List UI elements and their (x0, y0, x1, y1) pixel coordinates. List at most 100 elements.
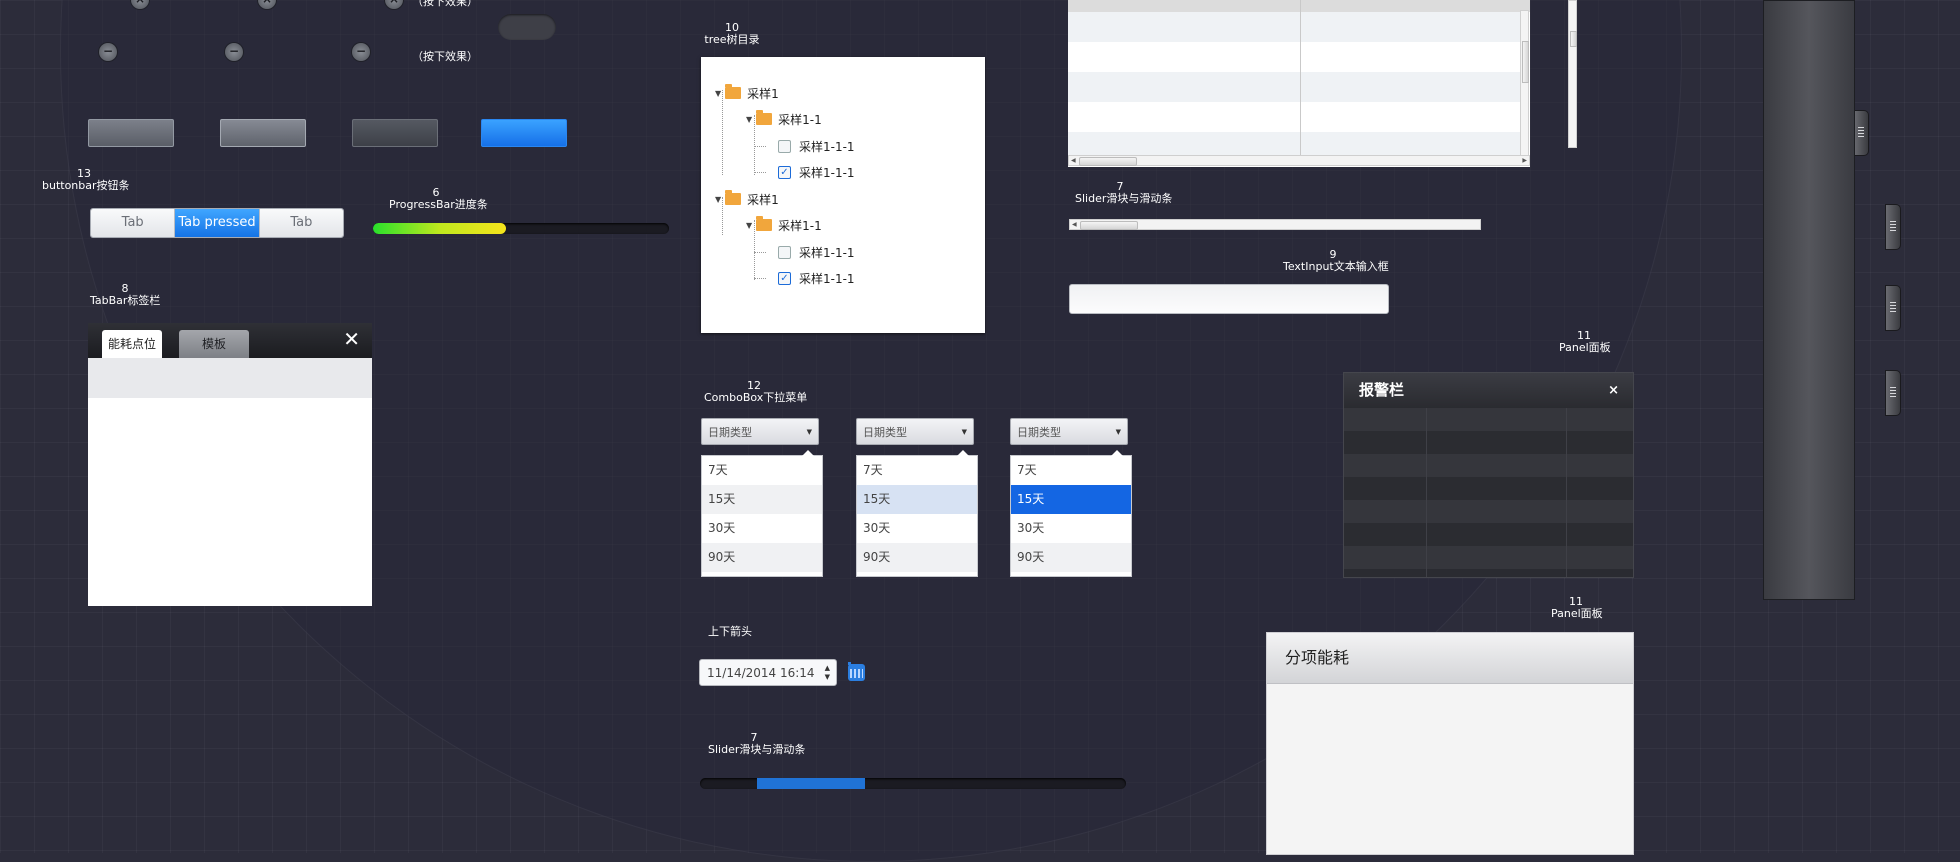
alarm-panel-header: 报警栏 × (1344, 373, 1633, 408)
folder-icon (725, 190, 742, 205)
combo-option[interactable]: 7天 (1011, 456, 1131, 485)
combo-option[interactable]: 90天 (1011, 543, 1131, 572)
checkbox-icon[interactable] (778, 139, 791, 153)
button-active[interactable] (481, 119, 567, 147)
combo-option[interactable]: 15天 (702, 485, 822, 514)
date-stepper[interactable]: 11/14/2014 16:14 ▲ ▼ (699, 659, 837, 686)
progress-bar (373, 223, 669, 234)
tabbar-caption: 8 TabBar标签栏 (90, 282, 161, 307)
updown-caption: 上下箭头 (708, 625, 752, 638)
tree-leaf-1[interactable]: 采样1-1-1 (778, 136, 855, 156)
button-pressed[interactable] (352, 119, 438, 147)
buttonbar-tab-1[interactable]: Tab (91, 209, 176, 237)
table-row[interactable] (1068, 42, 1520, 72)
combo-caption: 12 ComboBox下拉菜单 (704, 379, 808, 404)
table-hscroll[interactable]: ◀ ▶ (1068, 155, 1530, 166)
drag-handle-icon[interactable] (1885, 204, 1901, 250)
tree-leaf-4[interactable]: ✓ 采样1-1-1 (778, 268, 855, 288)
table-row[interactable] (1344, 546, 1633, 569)
drag-handle-icon[interactable] (1885, 370, 1901, 416)
caret-down-icon: ▼ (1115, 428, 1121, 436)
folder-icon (756, 216, 773, 231)
tree-leaf-2[interactable]: ✓ 采样1-1-1 (778, 162, 855, 182)
progress-caption: 6 ProgressBar进度条 (389, 186, 488, 211)
drag-handle-icon[interactable] (1853, 110, 1869, 156)
slider-top-caption: 7 Slider滑块与滑动条 (1075, 180, 1173, 205)
calendar-icon[interactable] (848, 662, 865, 681)
buttonbar-caption: 13 buttonbar按钮条 (42, 167, 130, 192)
button-bar: Tab Tab pressed Tab (90, 208, 344, 238)
table-row[interactable] (1344, 500, 1633, 523)
caret-down-icon: ▼ (961, 428, 967, 436)
combo-option[interactable]: 7天 (857, 456, 977, 485)
tree-node-2-1[interactable]: ▼ 采样1-1 (746, 215, 822, 235)
table-header (1068, 0, 1530, 12)
table-row[interactable] (1068, 102, 1520, 132)
expand-arrow-icon[interactable]: ▼ (715, 195, 721, 204)
drag-handle-icon[interactable] (1885, 285, 1901, 331)
tabbar-header: 能耗点位 模板 ✕ (88, 323, 372, 358)
folder-icon (756, 110, 773, 125)
checkbox-checked-icon[interactable]: ✓ (778, 165, 791, 179)
folder-icon (725, 84, 742, 99)
pressed-hint: （按下效果） (412, 50, 478, 63)
tree-node-2[interactable]: ▼ 采样1 (715, 189, 779, 209)
table-row[interactable] (1344, 454, 1633, 477)
table-row[interactable] (1344, 431, 1633, 454)
tab-template[interactable]: 模板 (179, 330, 249, 358)
text-input[interactable] (1069, 284, 1389, 314)
tabbar-content-header (88, 358, 372, 398)
button-normal[interactable] (88, 119, 174, 147)
combo-option[interactable]: 7天 (702, 456, 822, 485)
combo-option[interactable]: 90天 (702, 543, 822, 572)
spinner-icon[interactable]: ▲ ▼ (825, 664, 830, 682)
button-hover[interactable] (220, 119, 306, 147)
combo-box-3[interactable]: 日期类型 ▼ (1010, 418, 1128, 445)
combo-option[interactable]: 90天 (857, 543, 977, 572)
checkbox-icon[interactable] (778, 245, 791, 259)
combo-box-2[interactable]: 日期类型 ▼ (856, 418, 974, 445)
slider-scroll[interactable]: ◀ (1069, 219, 1481, 230)
checkbox-checked-icon[interactable]: ✓ (778, 271, 791, 285)
table-vscroll[interactable] (1520, 10, 1529, 157)
tab-energy-points[interactable]: 能耗点位 (102, 330, 162, 358)
table-row[interactable] (1344, 523, 1633, 546)
close-icon[interactable]: ✕ (343, 327, 360, 351)
tabbar-panel: 能耗点位 模板 ✕ (88, 323, 372, 606)
minus-icon[interactable]: − (352, 43, 370, 61)
tree-node-1-1[interactable]: ▼ 采样1-1 (746, 109, 822, 129)
combo-list-2: 7天 15天 30天 90天 (856, 450, 978, 577)
tree-caption: 10 tree树目录 (704, 21, 760, 46)
expand-arrow-icon[interactable]: ▼ (715, 89, 721, 98)
table-row[interactable] (1068, 12, 1520, 42)
combo-option[interactable]: 30天 (702, 514, 822, 543)
combo-option-hover[interactable]: 15天 (857, 485, 977, 514)
close-icon[interactable]: × (1608, 373, 1619, 408)
expand-arrow-icon[interactable]: ▼ (746, 221, 752, 230)
data-table: ◀ ▶ (1068, 0, 1530, 167)
combo-list-1: 7天 15天 30天 90天 (701, 450, 823, 577)
minus-icon[interactable]: − (99, 43, 117, 61)
tree-view: ▼ 采样1 ▼ 采样1-1 采样1-1-1 ✓ 采样1-1-1 ▼ 采样1 ▼ … (701, 57, 985, 333)
combo-option[interactable]: 30天 (857, 514, 977, 543)
buttonbar-tab-3[interactable]: Tab (259, 209, 343, 237)
combo-box-1[interactable]: 日期类型 ▼ (701, 418, 819, 445)
combo-list-3: 7天 15天 30天 90天 (1010, 450, 1132, 577)
table-row[interactable] (1344, 408, 1633, 431)
slider-bar[interactable] (700, 778, 1126, 789)
energy-panel: 分项能耗 (1266, 632, 1634, 855)
alarm-panel: 报警栏 × (1343, 372, 1634, 578)
expand-arrow-icon[interactable]: ▼ (746, 115, 752, 124)
tree-node-1[interactable]: ▼ 采样1 (715, 83, 779, 103)
standalone-vscroll[interactable] (1568, 0, 1577, 148)
table-row[interactable] (1068, 72, 1520, 102)
slider-thumb[interactable] (757, 778, 865, 789)
combo-option[interactable]: 30天 (1011, 514, 1131, 543)
table-row[interactable] (1344, 477, 1633, 500)
tree-leaf-3[interactable]: 采样1-1-1 (778, 242, 855, 262)
minus-icon[interactable]: − (225, 43, 243, 61)
table-row[interactable] (1068, 132, 1520, 155)
combo-option-selected[interactable]: 15天 (1011, 485, 1131, 514)
toggle-pill[interactable] (498, 14, 556, 40)
buttonbar-tab-pressed[interactable]: Tab pressed (175, 209, 260, 237)
